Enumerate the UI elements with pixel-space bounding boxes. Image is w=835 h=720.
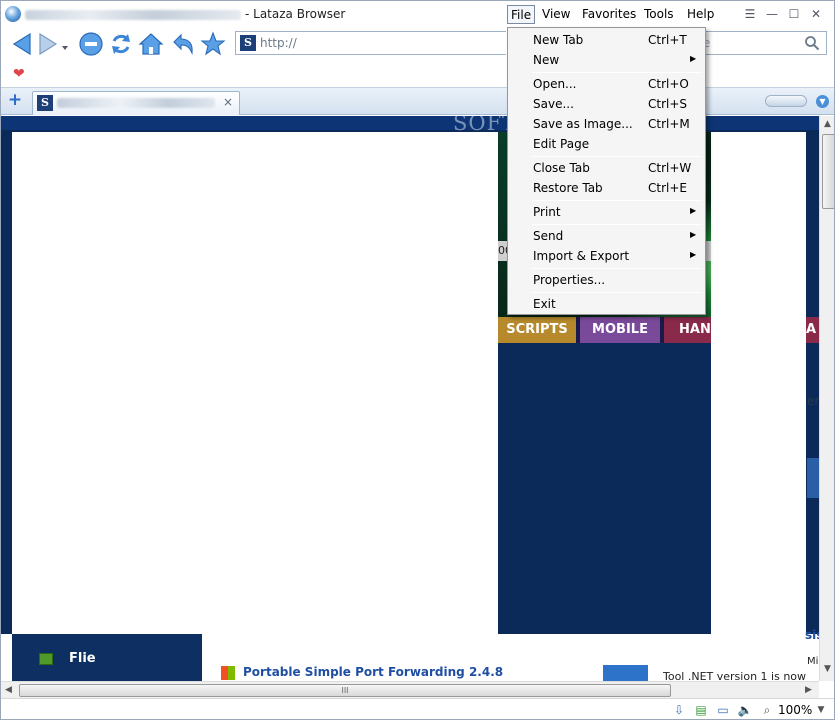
site-favicon: S xyxy=(240,35,256,51)
window-menu-icon[interactable]: ☰ xyxy=(740,5,760,23)
refresh-icon[interactable] xyxy=(108,31,134,57)
menuitem-new-tab[interactable]: New Tab Ctrl+T xyxy=(510,30,703,50)
tab-scroller[interactable] xyxy=(765,95,807,107)
window-controls: ☰ — ☐ ✕ xyxy=(740,5,830,23)
menu-separator xyxy=(532,156,702,157)
side-text-sis[interactable]: sis xyxy=(805,628,819,642)
menu-tools[interactable]: Tools xyxy=(641,5,677,24)
category-han[interactable]: HAN xyxy=(664,317,711,343)
sidebar-item-label[interactable]: Flie xyxy=(69,651,96,666)
file-menu-dropdown: New Tab Ctrl+T New ▶ Open... Ctrl+O Save… xyxy=(507,27,706,315)
maximize-button[interactable]: ☐ xyxy=(784,5,804,23)
tab-favicon: S xyxy=(37,95,53,111)
sidebar-item-icon xyxy=(39,653,53,665)
history-dropdown-icon[interactable] xyxy=(59,31,71,57)
search-icon[interactable] xyxy=(804,35,820,51)
search-box[interactable]: e xyxy=(703,31,827,55)
volume-icon[interactable]: 🔈 xyxy=(737,703,753,717)
zoom-dropdown-icon[interactable]: ▼ xyxy=(813,703,829,717)
home-icon[interactable] xyxy=(138,31,164,57)
submenu-arrow-icon: ▶ xyxy=(690,250,697,259)
windows-flag-icon xyxy=(221,666,235,680)
menuitem-properties[interactable]: Properties... xyxy=(510,270,703,290)
tab-title-redacted xyxy=(57,98,215,108)
new-tab-button[interactable]: + xyxy=(7,92,23,109)
browser-window: - Lataza Browser File View Favorites Too… xyxy=(0,0,835,720)
category-mobile[interactable]: MOBILE xyxy=(580,317,660,343)
title-bar: - Lataza Browser File View Favorites Too… xyxy=(1,1,834,27)
minimize-button[interactable]: — xyxy=(762,5,782,23)
window-title: - Lataza Browser xyxy=(25,7,345,21)
menu-file[interactable]: File xyxy=(507,5,536,24)
page-blank-area xyxy=(12,132,498,634)
submenu-arrow-icon: ▶ xyxy=(690,206,697,215)
vertical-scrollbar[interactable]: ▲ ▼ xyxy=(819,116,834,681)
scroll-up-icon[interactable]: ▲ xyxy=(824,119,831,129)
download-icon[interactable]: ⇩ xyxy=(671,703,687,717)
heart-icon[interactable]: ❤ xyxy=(13,66,25,82)
article-snippet: Tool .NET version 1 is now xyxy=(663,670,807,681)
horizontal-scrollbar[interactable]: ◀ III ▶ xyxy=(1,681,819,698)
scroll-down-icon[interactable]: ▼ xyxy=(824,664,831,674)
tab-close-icon[interactable]: × xyxy=(223,95,233,109)
tab-active[interactable]: S × xyxy=(32,91,240,115)
back-arrow-icon[interactable] xyxy=(9,31,35,57)
menu-help[interactable]: Help xyxy=(684,5,717,24)
menuitem-new[interactable]: New ▶ xyxy=(510,50,703,70)
favorites-star-icon[interactable] xyxy=(200,31,226,57)
screen-icon[interactable]: ▭ xyxy=(715,703,731,717)
forward-arrow-icon[interactable] xyxy=(35,31,61,57)
menuitem-close-tab[interactable]: Close Tab Ctrl+W xyxy=(510,158,703,178)
menu-favorites[interactable]: Favorites xyxy=(579,5,639,24)
menu-separator xyxy=(532,72,702,73)
title-redacted xyxy=(25,9,241,20)
scroll-left-icon[interactable]: ◀ xyxy=(5,685,12,695)
feeds-icon[interactable]: ▤ xyxy=(693,703,709,717)
menu-view[interactable]: View xyxy=(539,5,573,24)
side-blue-tab xyxy=(807,458,819,498)
menuitem-edit-page[interactable]: Edit Page xyxy=(510,134,703,154)
tab-list-icon[interactable]: ▼ xyxy=(816,95,829,108)
menuitem-save[interactable]: Save... Ctrl+S xyxy=(510,94,703,114)
menuitem-save-as-image[interactable]: Save as Image... Ctrl+M xyxy=(510,114,703,134)
browser-logo-icon xyxy=(5,6,21,22)
side-text-er: er xyxy=(807,394,819,408)
menuitem-send[interactable]: Send ▶ xyxy=(510,226,703,246)
menuitem-open[interactable]: Open... Ctrl+O xyxy=(510,74,703,94)
submenu-arrow-icon: ▶ xyxy=(690,54,697,63)
status-bar: ⇩ ▤ ▭ 🔈 ⌕ 100% ▼ xyxy=(1,698,834,719)
category-scripts[interactable]: SCRIPTS xyxy=(498,317,576,343)
download-link[interactable]: Portable Simple Port Forwarding 2.4.8 xyxy=(243,665,503,679)
menuitem-import-export[interactable]: Import & Export ▶ xyxy=(510,246,703,266)
page-right-panel xyxy=(711,132,806,640)
address-bar[interactable]: S http:// xyxy=(235,31,506,55)
stop-icon[interactable] xyxy=(78,31,104,57)
close-button[interactable]: ✕ xyxy=(806,5,826,23)
menu-separator xyxy=(532,292,702,293)
menuitem-restore-tab[interactable]: Restore Tab Ctrl+E xyxy=(510,178,703,198)
menuitem-print[interactable]: Print ▶ xyxy=(510,202,703,222)
title-app-name: - Lataza Browser xyxy=(245,7,346,21)
menuitem-exit[interactable]: Exit xyxy=(510,294,703,314)
tab-strip: + S × ▼ xyxy=(1,87,834,115)
vertical-scroll-thumb[interactable] xyxy=(822,134,834,209)
menu-separator xyxy=(532,200,702,201)
zoom-level[interactable]: 100% xyxy=(778,703,812,717)
submenu-arrow-icon: ▶ xyxy=(690,230,697,239)
undo-close-tab-icon[interactable] xyxy=(170,31,196,57)
menu-separator xyxy=(532,268,702,269)
address-input[interactable]: http:// xyxy=(260,36,297,50)
article-thumbnail[interactable] xyxy=(603,665,648,681)
menu-separator xyxy=(532,224,702,225)
quick-bar: ❤ xyxy=(1,63,834,87)
side-text-mi: Mi xyxy=(807,656,819,667)
zoom-magnifier-icon[interactable]: ⌕ xyxy=(759,703,775,717)
scroll-right-icon[interactable]: ▶ xyxy=(805,685,812,695)
horizontal-scroll-thumb[interactable]: III xyxy=(19,684,671,697)
